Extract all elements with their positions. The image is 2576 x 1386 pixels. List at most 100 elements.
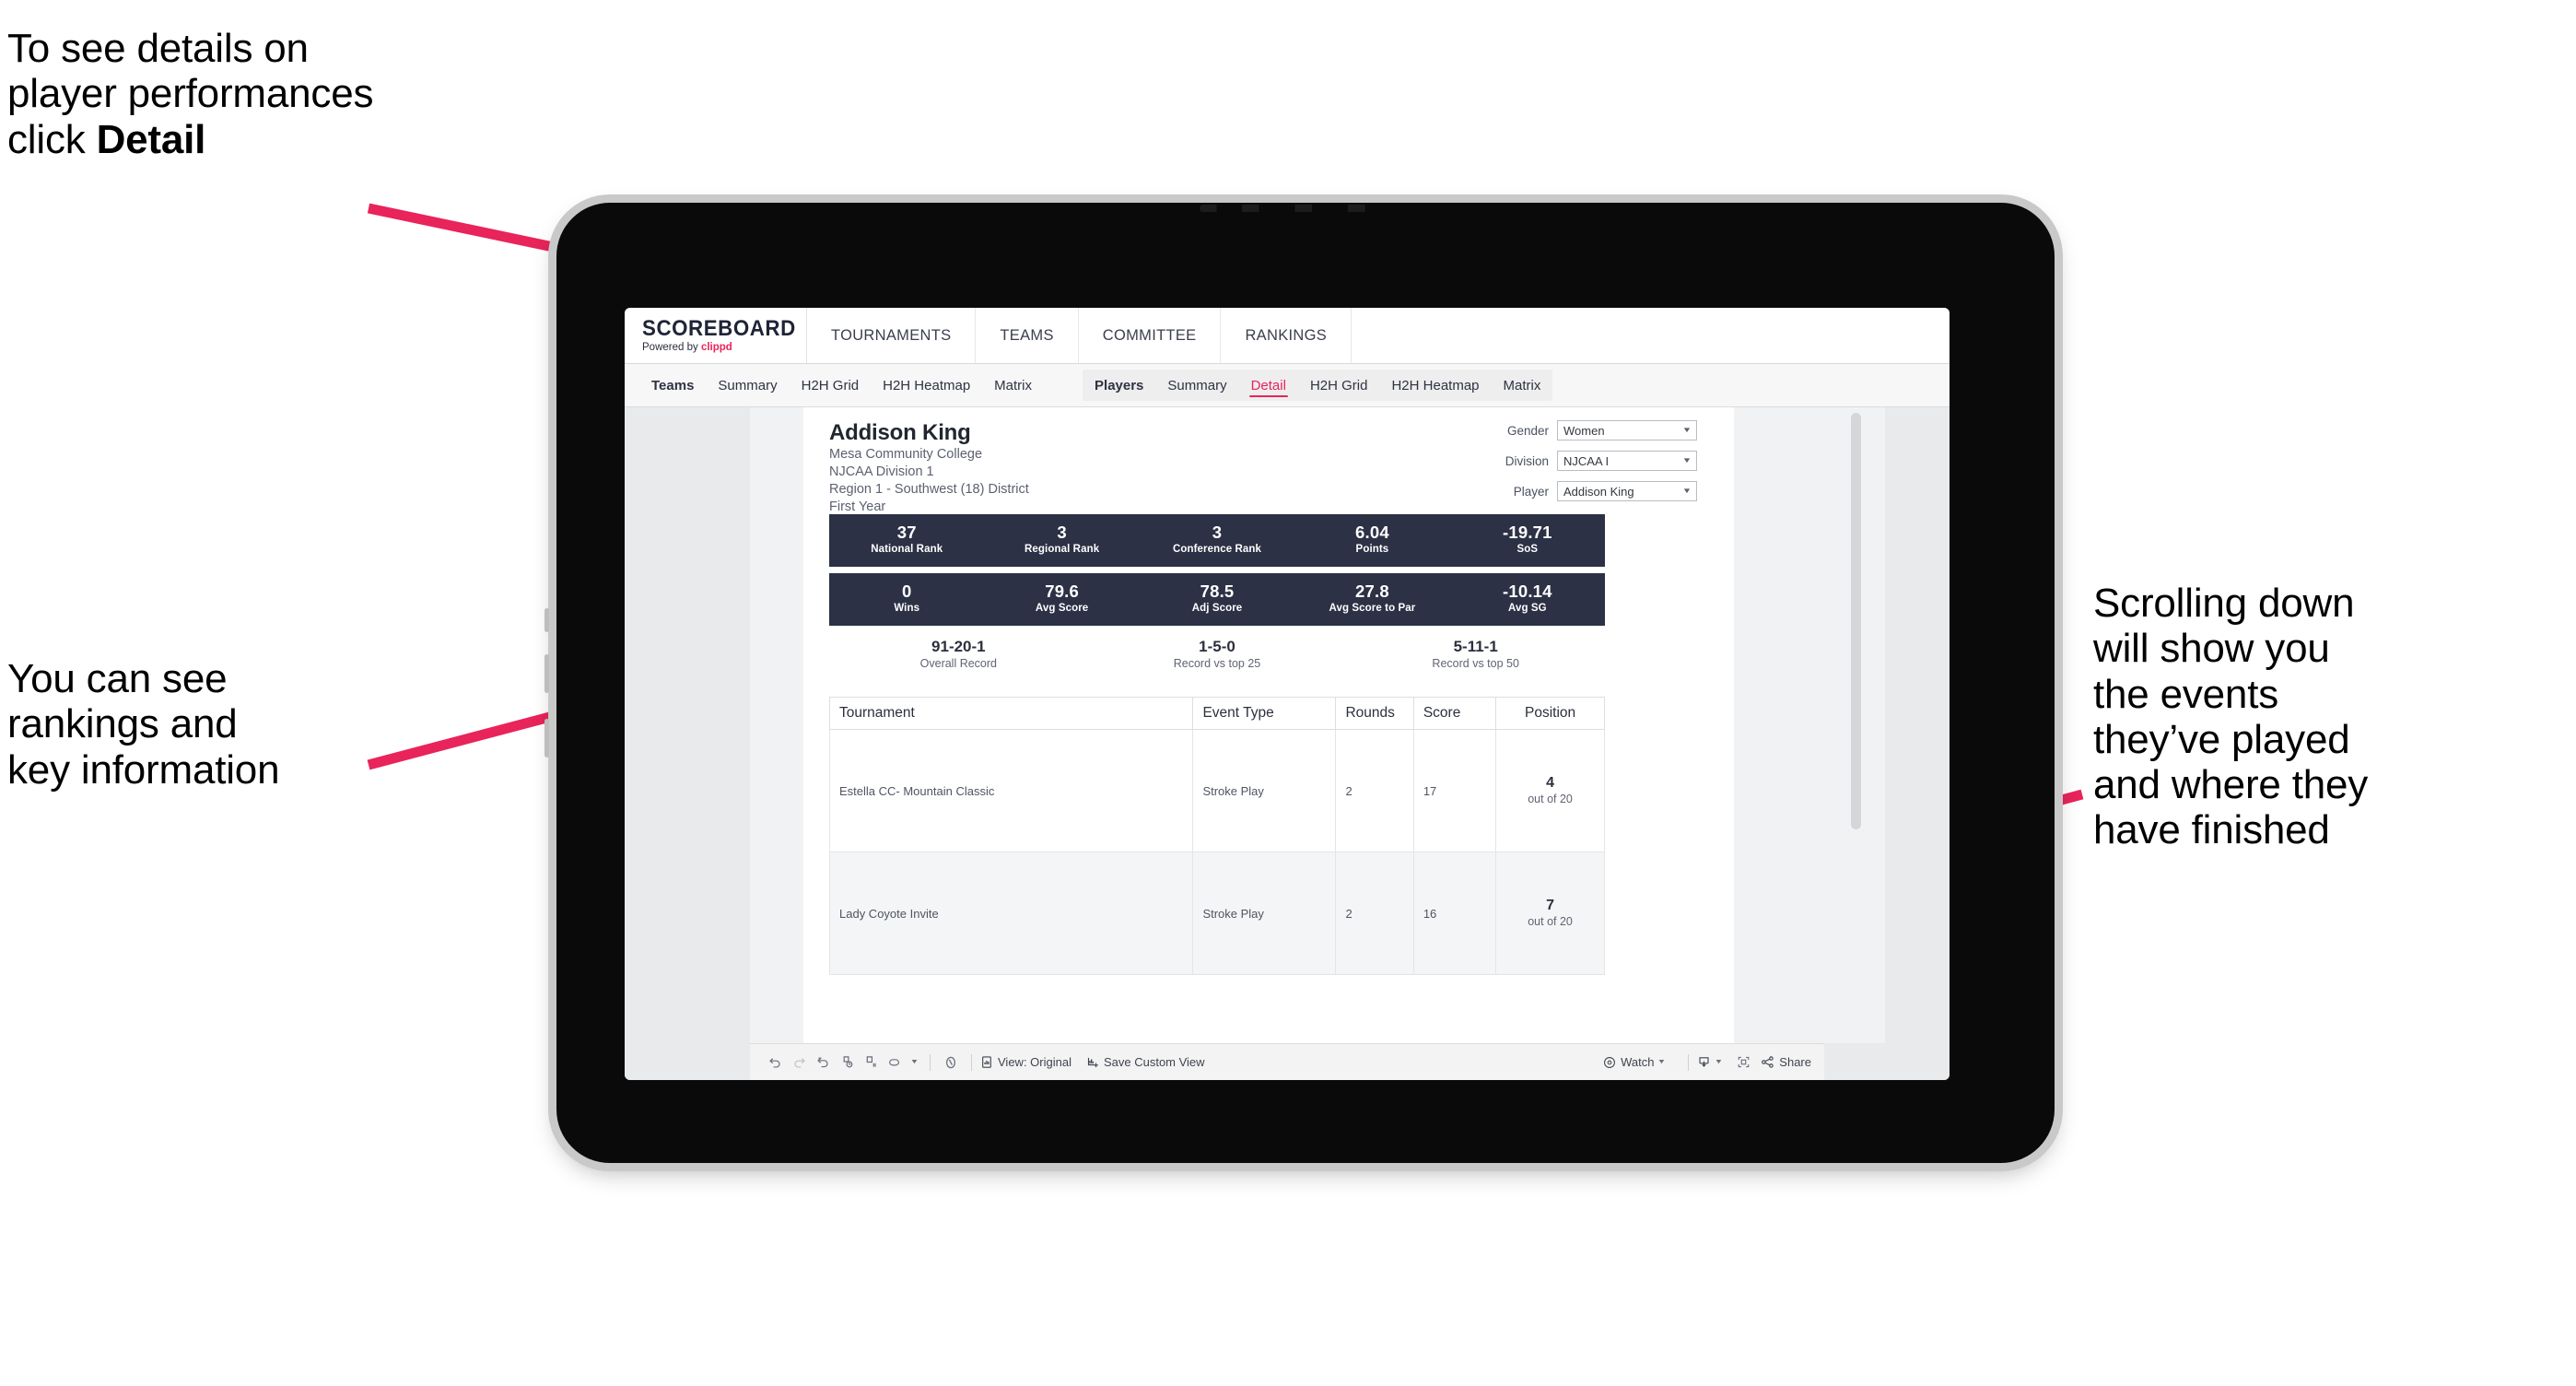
share-label: Share [1779, 1055, 1811, 1069]
revert-icon[interactable] [811, 1051, 835, 1075]
record-overall: 91-20-1 Overall Record [829, 638, 1088, 673]
watch-button[interactable]: Watch ▼ [1603, 1055, 1667, 1069]
column-header-score[interactable]: Score [1412, 697, 1497, 730]
save-custom-view-button[interactable]: Save Custom View [1086, 1055, 1205, 1069]
save-custom-view-label: Save Custom View [1103, 1055, 1205, 1069]
sub-tab-teams-h2h-heatmap[interactable]: H2H Heatmap [871, 364, 982, 406]
tablet-volume-up-button[interactable] [544, 654, 549, 693]
watch-label: Watch [1621, 1055, 1655, 1069]
sub-tab-players-h2h-grid[interactable]: H2H Grid [1298, 370, 1380, 401]
stat-label: Avg SG [1507, 603, 1547, 615]
player-header: Addison King Mesa Community College NJCA… [829, 420, 1029, 516]
filter-gender-select[interactable]: Women ▼ [1557, 420, 1697, 440]
position-rank: 7 [1546, 898, 1555, 914]
record-value: 1-5-0 [1199, 638, 1235, 655]
cell-rounds: 2 [1335, 729, 1414, 852]
visualization-area: Addison King Mesa Community College NJCA… [625, 407, 1950, 1080]
sub-tab-players-detail[interactable]: Detail [1239, 370, 1298, 401]
filter-division-select[interactable]: NJCAA I ▼ [1557, 451, 1697, 471]
position-rank: 4 [1546, 775, 1555, 792]
stat-value: -10.14 [1503, 581, 1552, 602]
record-vs-top-50: 5-11-1 Record vs top 50 [1346, 638, 1605, 673]
stat-value: 0 [901, 581, 912, 602]
top-nav-tournaments[interactable]: TOURNAMENTS [807, 308, 977, 363]
stat-value: 78.5 [1200, 581, 1235, 602]
record-label: Overall Record [919, 657, 998, 671]
sub-tab-teams-h2h-grid[interactable]: H2H Grid [790, 364, 872, 406]
table-row[interactable]: Lady Coyote Invite Stroke Play 2 16 7 ou… [828, 852, 1605, 975]
top-nav-teams[interactable]: TEAMS [976, 308, 1079, 363]
filter-gender-value: Women [1563, 423, 1605, 438]
record-label: Record vs top 25 [1173, 657, 1261, 671]
top-nav-committee[interactable]: COMMITTEE [1079, 308, 1222, 363]
redo-icon[interactable] [787, 1051, 811, 1075]
column-header-tournament[interactable]: Tournament [828, 697, 1194, 730]
stat-value: 79.6 [1045, 581, 1080, 602]
highlight-dropdown-icon[interactable]: ▼ [907, 1051, 921, 1075]
brand-powered-name: clippd [700, 341, 732, 353]
stat-label: Points [1355, 544, 1389, 556]
cell-tournament: Lady Coyote Invite [828, 852, 1194, 975]
position-field-size: out of 20 [1528, 793, 1573, 806]
pause-auto-update-icon[interactable] [859, 1051, 883, 1075]
filter-player-select[interactable]: Addison King ▼ [1557, 481, 1697, 501]
stat-value: 6.04 [1355, 523, 1389, 543]
stat-label: Adj Score [1191, 603, 1243, 615]
cell-rounds: 2 [1335, 852, 1414, 975]
brand-powered-prefix: Powered by [642, 341, 701, 353]
filter-division-value: NJCAA I [1563, 453, 1610, 468]
sub-tab-players-summary[interactable]: Summary [1155, 370, 1238, 401]
sub-tab-teams-summary[interactable]: Summary [706, 364, 789, 406]
column-header-position[interactable]: Position [1495, 697, 1605, 730]
cell-event-type: Stroke Play [1192, 852, 1337, 975]
annotation-scroll-hint: Scrolling down will show you the events … [2093, 581, 2369, 853]
download-button[interactable]: ▼ [1697, 1055, 1724, 1069]
column-header-event-type[interactable]: Event Type [1192, 697, 1337, 730]
fullscreen-icon[interactable] [1731, 1051, 1755, 1075]
brand-subtitle: Powered by clippd [642, 341, 806, 354]
clear-filters-icon[interactable] [939, 1051, 963, 1075]
stat-sos: -19.71 SoS [1450, 523, 1605, 557]
column-header-rounds[interactable]: Rounds [1335, 697, 1414, 730]
chevron-down-icon: ▼ [1714, 1059, 1724, 1065]
highlight-icon[interactable] [883, 1051, 907, 1075]
player-school: Mesa Community College [829, 446, 983, 462]
filter-division: Division NJCAA I ▼ [1490, 451, 1697, 471]
annotation-rankings-hint: You can see rankings and key information [7, 656, 280, 793]
filter-gender: Gender Women ▼ [1490, 420, 1697, 440]
tablet-volume-down-button[interactable] [544, 719, 549, 758]
sub-tab-teams-matrix[interactable]: Matrix [982, 364, 1044, 406]
cell-tournament: Estella CC- Mountain Classic [828, 729, 1194, 852]
refresh-data-icon[interactable] [835, 1051, 859, 1075]
table-row[interactable]: Estella CC- Mountain Classic Stroke Play… [828, 729, 1605, 852]
undo-icon[interactable] [763, 1051, 787, 1075]
app-header: SCOREBOARD Powered by clippd TOURNAMENTS… [625, 308, 1950, 364]
filter-player: Player Addison King ▼ [1490, 481, 1697, 501]
brand-logo[interactable]: SCOREBOARD Powered by clippd [625, 308, 807, 363]
stat-regional-rank: 3 Regional Rank [984, 523, 1139, 557]
sub-tab-players-h2h-heatmap[interactable]: H2H Heatmap [1379, 370, 1491, 401]
cell-score: 16 [1412, 852, 1497, 975]
vertical-scrollbar[interactable] [1851, 413, 1861, 829]
stat-label: Avg Score to Par [1329, 603, 1416, 615]
tablet-power-button[interactable] [544, 608, 549, 632]
record-vs-top-25: 1-5-0 Record vs top 25 [1088, 638, 1347, 673]
stat-points: 6.04 Points [1294, 523, 1449, 557]
player-division: NJCAA Division 1 [829, 464, 934, 479]
top-nav-spacer [1352, 308, 1950, 363]
stat-value: 3 [1212, 523, 1223, 543]
stat-conference-rank: 3 Conference Rank [1140, 523, 1294, 557]
dashboard-canvas: Addison King Mesa Community College NJCA… [750, 407, 1885, 1043]
toolbar-divider [1688, 1053, 1690, 1071]
cell-score: 17 [1412, 729, 1497, 852]
table-header-row: Tournament Event Type Rounds Score Posit… [828, 697, 1605, 730]
filter-panel: Gender Women ▼ Division NJCAA I ▼ Player… [1490, 420, 1697, 511]
sub-tab-players-matrix[interactable]: Matrix [1492, 370, 1553, 401]
share-button[interactable]: Share [1761, 1055, 1811, 1069]
top-nav-rankings[interactable]: RANKINGS [1221, 308, 1352, 363]
sub-tab-players[interactable]: Players [1083, 370, 1155, 401]
tablet-screen: SCOREBOARD Powered by clippd TOURNAMENTS… [625, 308, 1950, 1080]
view-original-button[interactable]: View: Original [980, 1055, 1071, 1069]
sub-tab-teams[interactable]: Teams [639, 364, 706, 406]
stat-adj-score: 78.5 Adj Score [1140, 582, 1294, 616]
